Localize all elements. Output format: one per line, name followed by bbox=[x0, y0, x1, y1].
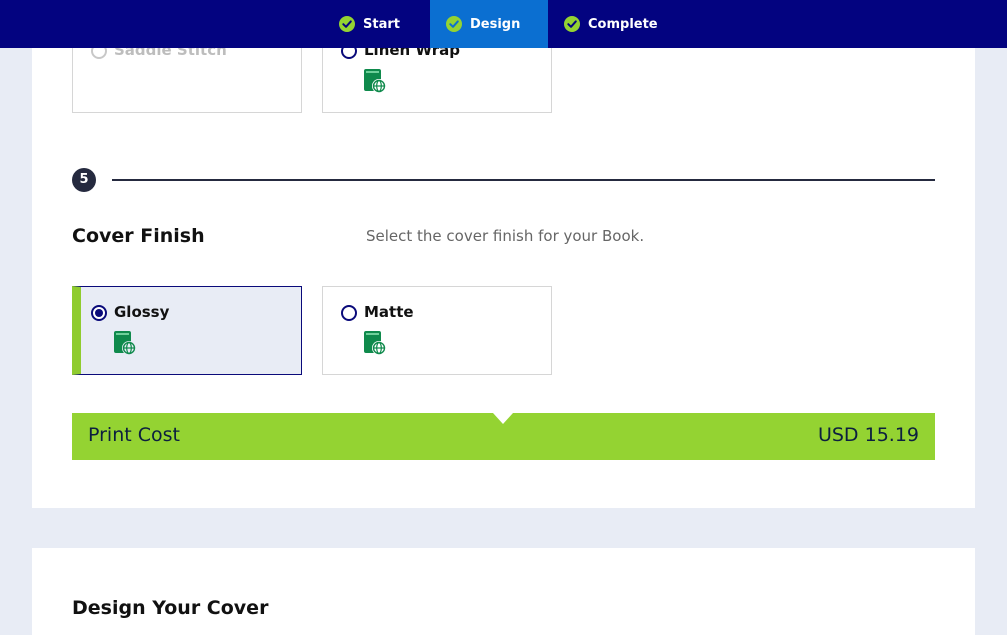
section-title-cover-finish: Cover Finish bbox=[72, 225, 205, 247]
step-label: Start bbox=[363, 16, 400, 32]
section-description: Select the cover finish for your Book. bbox=[366, 227, 645, 245]
check-circle-icon bbox=[564, 16, 580, 32]
step-number-badge: 5 bbox=[72, 168, 96, 192]
check-circle-icon bbox=[446, 16, 462, 32]
option-label: Glossy bbox=[114, 303, 170, 321]
section-divider bbox=[112, 179, 935, 181]
cover-option-matte[interactable]: Matte bbox=[322, 286, 552, 375]
step-complete[interactable]: Complete bbox=[548, 0, 668, 48]
print-cost-label: Print Cost bbox=[88, 424, 180, 446]
option-label: Matte bbox=[364, 303, 414, 321]
book-globe-icon bbox=[364, 331, 386, 355]
radio-matte[interactable] bbox=[341, 305, 357, 321]
step-label: Complete bbox=[588, 16, 658, 32]
print-cost-bar: Print Cost USD 15.19 bbox=[72, 413, 935, 460]
design-cover-card: Design Your Cover bbox=[32, 548, 975, 635]
product-options-card: Saddle Stitch Linen Wrap 5 Cover Finish … bbox=[32, 0, 975, 508]
progress-steps-bar: Start Design Complete bbox=[0, 0, 1007, 48]
step-start[interactable]: Start bbox=[330, 0, 430, 48]
check-circle-icon bbox=[339, 16, 355, 32]
book-globe-icon bbox=[364, 69, 386, 93]
step-label: Design bbox=[470, 16, 521, 32]
radio-glossy[interactable] bbox=[91, 305, 107, 321]
section-title-design-cover: Design Your Cover bbox=[72, 597, 269, 619]
print-cost-value: USD 15.19 bbox=[817, 424, 919, 446]
cover-option-glossy[interactable]: Glossy bbox=[72, 286, 302, 375]
book-globe-icon bbox=[114, 331, 136, 355]
step-design[interactable]: Design bbox=[430, 0, 548, 48]
